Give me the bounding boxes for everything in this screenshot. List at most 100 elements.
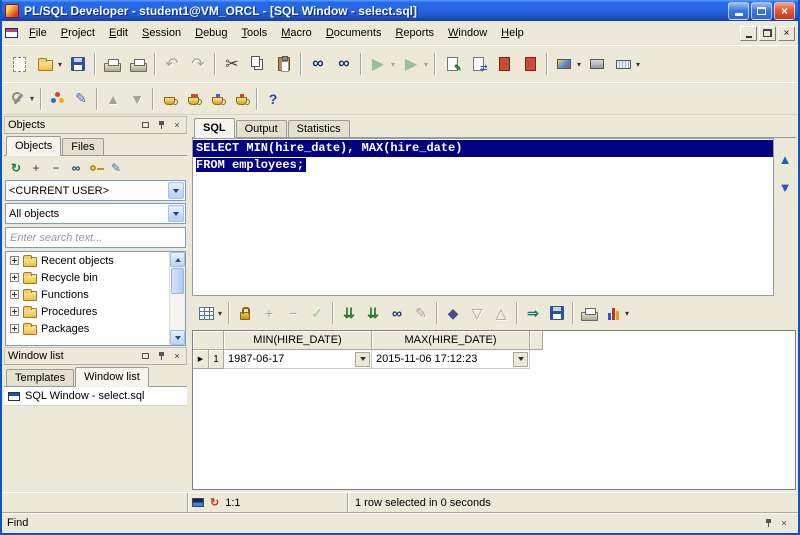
mdi-close-button[interactable]: × (778, 25, 795, 41)
menu-file[interactable]: File (22, 24, 54, 42)
scroll-up-button[interactable] (170, 252, 185, 267)
doc-export-icon[interactable] (491, 51, 517, 77)
object-search-input[interactable] (5, 227, 186, 248)
tab-sql[interactable]: SQL (194, 118, 235, 138)
tree-item-recent-objects[interactable]: Recent objects (6, 252, 185, 269)
expander-icon[interactable] (10, 307, 19, 316)
expander-icon[interactable] (10, 256, 19, 265)
expander-icon[interactable] (10, 324, 19, 333)
mdi-minimize-button[interactable] (740, 25, 757, 41)
scroll-thumb[interactable] (171, 268, 184, 294)
execute-dropdown[interactable]: ▾ (388, 52, 398, 76)
macro-dropdown[interactable]: ▾ (633, 52, 643, 76)
new-file-icon[interactable] (6, 51, 32, 77)
minimize-button[interactable] (728, 1, 749, 20)
menu-session[interactable]: Session (135, 24, 188, 42)
cell-min-hire-date[interactable]: 1987-06-17 (224, 350, 372, 369)
tab-output[interactable]: Output (235, 120, 287, 137)
save-results-icon[interactable] (545, 301, 569, 325)
mdi-restore-button[interactable] (759, 25, 776, 41)
find-next-icon[interactable]: ∞ (331, 51, 357, 77)
session-cup-icon[interactable] (157, 87, 181, 111)
page-down-icon[interactable]: ▼ (125, 87, 149, 111)
menu-project[interactable]: Project (54, 24, 102, 42)
edit-filter-icon[interactable]: ✎ (107, 159, 125, 177)
pin-panel-button[interactable] (154, 350, 168, 363)
key-icon[interactable] (87, 159, 105, 177)
close-button[interactable]: × (774, 1, 795, 20)
close-panel-button[interactable]: × (170, 119, 184, 132)
tab-window-list[interactable]: Window list (75, 367, 149, 387)
menu-debug[interactable]: Debug (188, 24, 234, 42)
cut-icon[interactable]: ✂ (219, 51, 245, 77)
scroll-down-button[interactable] (170, 330, 185, 345)
tree-item-packages[interactable]: Packages (6, 320, 185, 337)
page-up-icon[interactable]: ▲ (101, 87, 125, 111)
auto-refresh-icon[interactable]: ↻ (210, 496, 219, 509)
menu-documents[interactable]: Documents (319, 24, 389, 42)
edit-data-icon[interactable]: ✎ (409, 301, 433, 325)
fetch-last-page-icon[interactable]: ⇊ (361, 301, 385, 325)
pin-panel-button[interactable] (154, 119, 168, 132)
menu-tools[interactable]: Tools (235, 24, 275, 42)
grid-corner-cell[interactable] (193, 331, 224, 350)
fetch-next-page-icon[interactable]: ⇊ (337, 301, 361, 325)
delete-record-icon[interactable]: − (281, 301, 305, 325)
print-icon[interactable] (99, 51, 125, 77)
lock-icon[interactable] (233, 301, 257, 325)
find-close-button[interactable]: × (777, 517, 791, 530)
next-statement-icon[interactable]: ▼ (779, 180, 792, 195)
grid-options-dropdown[interactable]: ▾ (215, 301, 225, 325)
text-layout-icon[interactable]: ⇄ (465, 51, 491, 77)
execute-special-dropdown[interactable]: ▾ (421, 52, 431, 76)
menu-edit[interactable]: Edit (102, 24, 135, 42)
cell-max-hire-date[interactable]: 2015-11-06 17:12:23 (372, 350, 530, 369)
collapse-node-icon[interactable]: − (47, 159, 65, 177)
doc-report-icon[interactable] (517, 51, 543, 77)
menu-help[interactable]: Help (494, 24, 531, 42)
close-panel-button[interactable]: × (170, 350, 184, 363)
chart-dropdown[interactable]: ▾ (622, 301, 632, 325)
post-changes-icon[interactable]: ✓ (305, 301, 329, 325)
report-icon[interactable] (577, 301, 601, 325)
expander-icon[interactable] (10, 273, 19, 282)
brush-icon[interactable]: ✎ (69, 87, 93, 111)
row-number[interactable]: 1 (209, 350, 224, 369)
menu-reports[interactable]: Reports (388, 24, 441, 42)
redo-icon[interactable]: ↷ (185, 51, 211, 77)
cell-dropdown-button[interactable] (355, 351, 370, 367)
column-header-max[interactable]: MAX(HIRE_DATE) (372, 331, 530, 350)
menu-macro[interactable]: Macro (274, 24, 319, 42)
sort-descending-icon[interactable]: ▽ (465, 301, 489, 325)
find-pin-button[interactable] (761, 517, 775, 530)
app-icon[interactable] (5, 3, 19, 18)
menu-window[interactable]: Window (441, 24, 494, 42)
sql-window-icon[interactable] (5, 28, 18, 38)
object-filter-combo[interactable]: All objects (5, 203, 186, 224)
plugin-dropdown[interactable]: ▾ (574, 52, 584, 76)
session-cup-sql-icon[interactable] (181, 87, 205, 111)
copy-icon[interactable] (245, 51, 271, 77)
session-cup-commit-icon[interactable] (205, 87, 229, 111)
open-file-dropdown[interactable]: ▾ (55, 52, 65, 76)
help-icon[interactable]: ? (261, 87, 285, 111)
user-filter-dropdown[interactable] (168, 182, 184, 199)
find-icon[interactable]: ∞ (305, 51, 331, 77)
refresh-icon[interactable]: ↻ (7, 159, 25, 177)
undo-icon[interactable]: ↶ (159, 51, 185, 77)
sort-ascending-icon[interactable]: △ (489, 301, 513, 325)
tree-item-functions[interactable]: Functions (6, 286, 185, 303)
tree-scrollbar[interactable] (169, 252, 185, 345)
print-preview-icon[interactable] (125, 51, 151, 77)
object-filter-dropdown[interactable] (168, 205, 184, 222)
edit-page-icon[interactable]: ✎ (439, 51, 465, 77)
user-filter-combo[interactable]: <CURRENT USER> (5, 180, 186, 201)
paste-icon[interactable] (271, 51, 297, 77)
tab-files[interactable]: Files (62, 138, 104, 155)
tree-item-procedures[interactable]: Procedures (6, 303, 185, 320)
tab-templates[interactable]: Templates (6, 369, 75, 386)
maximize-button[interactable] (751, 1, 772, 20)
tab-statistics[interactable]: Statistics (287, 120, 350, 137)
plugin-disabled-icon[interactable] (584, 51, 610, 77)
session-cup-rollback-icon[interactable] (229, 87, 253, 111)
